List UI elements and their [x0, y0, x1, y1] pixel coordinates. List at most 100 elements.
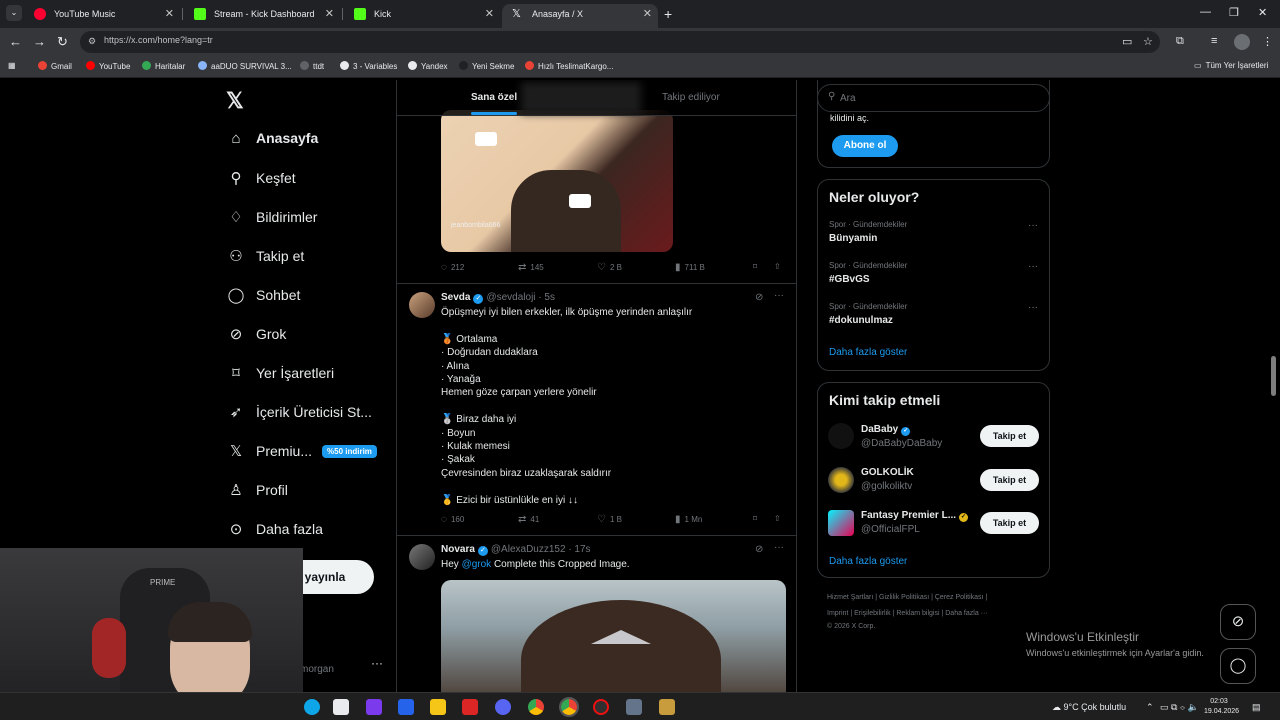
- bookmark-icon[interactable]: ⌑: [753, 514, 757, 523]
- bookmark-maps[interactable]: Haritalar: [142, 61, 185, 71]
- bookmark-ttdt[interactable]: ttdt: [300, 61, 324, 71]
- bookmark-icon[interactable]: ⌑: [753, 262, 757, 271]
- nav-chat[interactable]: ◯ Sohbet: [226, 286, 301, 316]
- nav-notifications[interactable]: ♢ Bildirimler: [226, 208, 317, 238]
- bookmark-new-tab[interactable]: Yeni Sekme: [459, 61, 514, 71]
- tab-for-you[interactable]: Sana özel: [471, 92, 517, 103]
- reload-icon[interactable]: ↻: [57, 34, 68, 50]
- notification-icon[interactable]: ▤: [1252, 702, 1261, 713]
- nav-premium[interactable]: 𝕏 Premiu... %50 indirim: [226, 442, 377, 472]
- like-button[interactable]: ♡ 1 B: [597, 514, 622, 525]
- subscribe-button[interactable]: Abone ol: [832, 135, 898, 157]
- profile-avatar[interactable]: [1234, 34, 1250, 50]
- app-w-icon[interactable]: [462, 699, 478, 715]
- url-text[interactable]: https://x.com/home?lang=tr: [104, 35, 213, 45]
- grok-float-icon[interactable]: ⊘: [1220, 604, 1256, 640]
- like-button[interactable]: ♡ 2 B: [597, 262, 622, 273]
- post-time[interactable]: · 17s: [568, 544, 590, 555]
- extensions-icon[interactable]: ⧉: [1176, 35, 1184, 48]
- reply-button[interactable]: ◌ 160: [441, 514, 464, 525]
- apps-grid-icon[interactable]: ▦: [8, 61, 16, 70]
- trend-more-icon[interactable]: ···: [1028, 302, 1038, 313]
- clock[interactable]: 02:03 19.04.2026: [1204, 697, 1239, 717]
- trend-item[interactable]: Bünyamin: [829, 233, 877, 244]
- address-bar[interactable]: ⚙ https://x.com/home?lang=tr: [80, 31, 1160, 53]
- author-handle[interactable]: @AlexaDuzz152: [491, 544, 566, 555]
- nav-creator-studio[interactable]: ➶ İçerik Üreticisi St...: [226, 403, 372, 433]
- browser-tab-kick-dashboard[interactable]: Stream - Kick Dashboard ✕: [184, 4, 340, 28]
- follow-button[interactable]: Takip et: [980, 512, 1039, 534]
- post-image[interactable]: [441, 580, 786, 692]
- close-tab-icon[interactable]: ✕: [485, 4, 494, 24]
- cast-icon[interactable]: ▭: [1122, 35, 1132, 48]
- browser-tab-kick[interactable]: Kick ✕: [344, 4, 500, 28]
- mention-link[interactable]: @grok: [462, 559, 492, 570]
- file-explorer-icon[interactable]: [430, 699, 446, 715]
- author-name[interactable]: Sevda: [441, 292, 470, 303]
- avatar[interactable]: [828, 510, 854, 536]
- avatar[interactable]: [409, 544, 435, 570]
- weather-widget[interactable]: ☁ 9°C Çok bulutlu: [1052, 702, 1126, 713]
- mail-icon[interactable]: [398, 699, 414, 715]
- browser-tab-youtube-music[interactable]: YouTube Music ✕: [24, 4, 180, 28]
- repost-button[interactable]: ⇄ 41: [518, 514, 539, 525]
- more-icon[interactable]: ···: [774, 542, 784, 553]
- nav-explore[interactable]: ⚲ Keşfet: [226, 169, 296, 199]
- league-icon[interactable]: [659, 699, 675, 715]
- messages-float-icon[interactable]: ◯: [1220, 648, 1256, 684]
- avatar[interactable]: [828, 423, 854, 449]
- bookmark-youtube[interactable]: YouTube: [86, 61, 130, 71]
- follow-button[interactable]: Takip et: [980, 469, 1039, 491]
- new-tab-icon[interactable]: +: [664, 6, 672, 22]
- suggested-user-name[interactable]: Fantasy Premier L... ✓: [861, 510, 969, 522]
- avatar[interactable]: [409, 292, 435, 318]
- suggested-user-handle[interactable]: @golkoliktv: [861, 481, 912, 492]
- tray-icons[interactable]: ▭ ⧉ ⌔ 🔈: [1160, 702, 1199, 713]
- nav-bookmarks[interactable]: ⌑ Yer İşaretleri: [226, 364, 334, 394]
- follow-button[interactable]: Takip et: [980, 425, 1039, 447]
- forward-icon[interactable]: →: [33, 34, 46, 49]
- nav-profile[interactable]: ♙ Profil: [226, 481, 288, 511]
- footer-links[interactable]: Imprint | Erişilebilirlik | Reklam bilgi…: [827, 610, 988, 617]
- tab-following[interactable]: Takip ediliyor: [662, 92, 720, 103]
- grok-icon[interactable]: ⊘: [755, 544, 763, 555]
- trend-more-icon[interactable]: ···: [1028, 261, 1038, 272]
- site-info-icon[interactable]: ⚙: [88, 36, 96, 47]
- obs-icon[interactable]: [593, 699, 609, 715]
- media-controls-icon[interactable]: ≡: [1211, 35, 1217, 47]
- chrome-icon[interactable]: [528, 699, 544, 715]
- discord-icon[interactable]: [495, 699, 511, 715]
- footer-links[interactable]: Hizmet Şartları | Gizlilik Politikası | …: [827, 594, 987, 601]
- menu-kebab-icon[interactable]: ⋮: [1262, 35, 1273, 48]
- page-scrollbar[interactable]: [1271, 356, 1276, 396]
- store-icon[interactable]: [333, 699, 349, 715]
- close-tab-icon[interactable]: ✕: [643, 4, 652, 24]
- close-tab-icon[interactable]: ✕: [325, 4, 334, 24]
- grok-icon[interactable]: ⊘: [755, 292, 763, 303]
- edge-icon[interactable]: [304, 699, 320, 715]
- close-window-icon[interactable]: ✕: [1258, 6, 1267, 19]
- search-input[interactable]: Ara: [840, 93, 856, 104]
- repost-button[interactable]: ⇄ 145: [518, 262, 544, 273]
- trends-show-more[interactable]: Daha fazla göster: [829, 347, 907, 358]
- nav-home[interactable]: ⌂ Anasayfa: [226, 130, 318, 160]
- search-box[interactable]: ⚲ Ara: [817, 84, 1050, 112]
- account-name[interactable]: morgan: [300, 664, 334, 675]
- browser-tab-x-home[interactable]: 𝕏 Anasayfa / X ✕: [502, 4, 658, 28]
- bookmark-gmail[interactable]: Gmail: [38, 61, 72, 71]
- bookmark-kargo[interactable]: Hızlı TeslimatKargo...: [525, 61, 613, 71]
- app-icon[interactable]: [366, 699, 382, 715]
- author-handle[interactable]: @sevdaloji: [486, 292, 535, 303]
- bookmark-star-icon[interactable]: ☆: [1143, 35, 1153, 48]
- suggested-user-name[interactable]: DaBaby ✓: [861, 424, 911, 436]
- trend-item[interactable]: #dokunulmaz: [829, 315, 893, 326]
- bookmark-variables[interactable]: 3 - Variables: [340, 61, 397, 71]
- who-to-follow-show-more[interactable]: Daha fazla göster: [829, 556, 907, 567]
- suggested-user-name[interactable]: GOLKOLİK: [861, 467, 914, 478]
- tab-search-button[interactable]: ⌄: [6, 5, 22, 21]
- minimize-icon[interactable]: —: [1200, 6, 1211, 18]
- post-time[interactable]: · 5s: [538, 292, 555, 303]
- share-icon[interactable]: ⇧: [774, 262, 781, 271]
- reply-button[interactable]: ◌ 212: [441, 262, 464, 273]
- x-logo-icon[interactable]: 𝕏: [226, 88, 244, 114]
